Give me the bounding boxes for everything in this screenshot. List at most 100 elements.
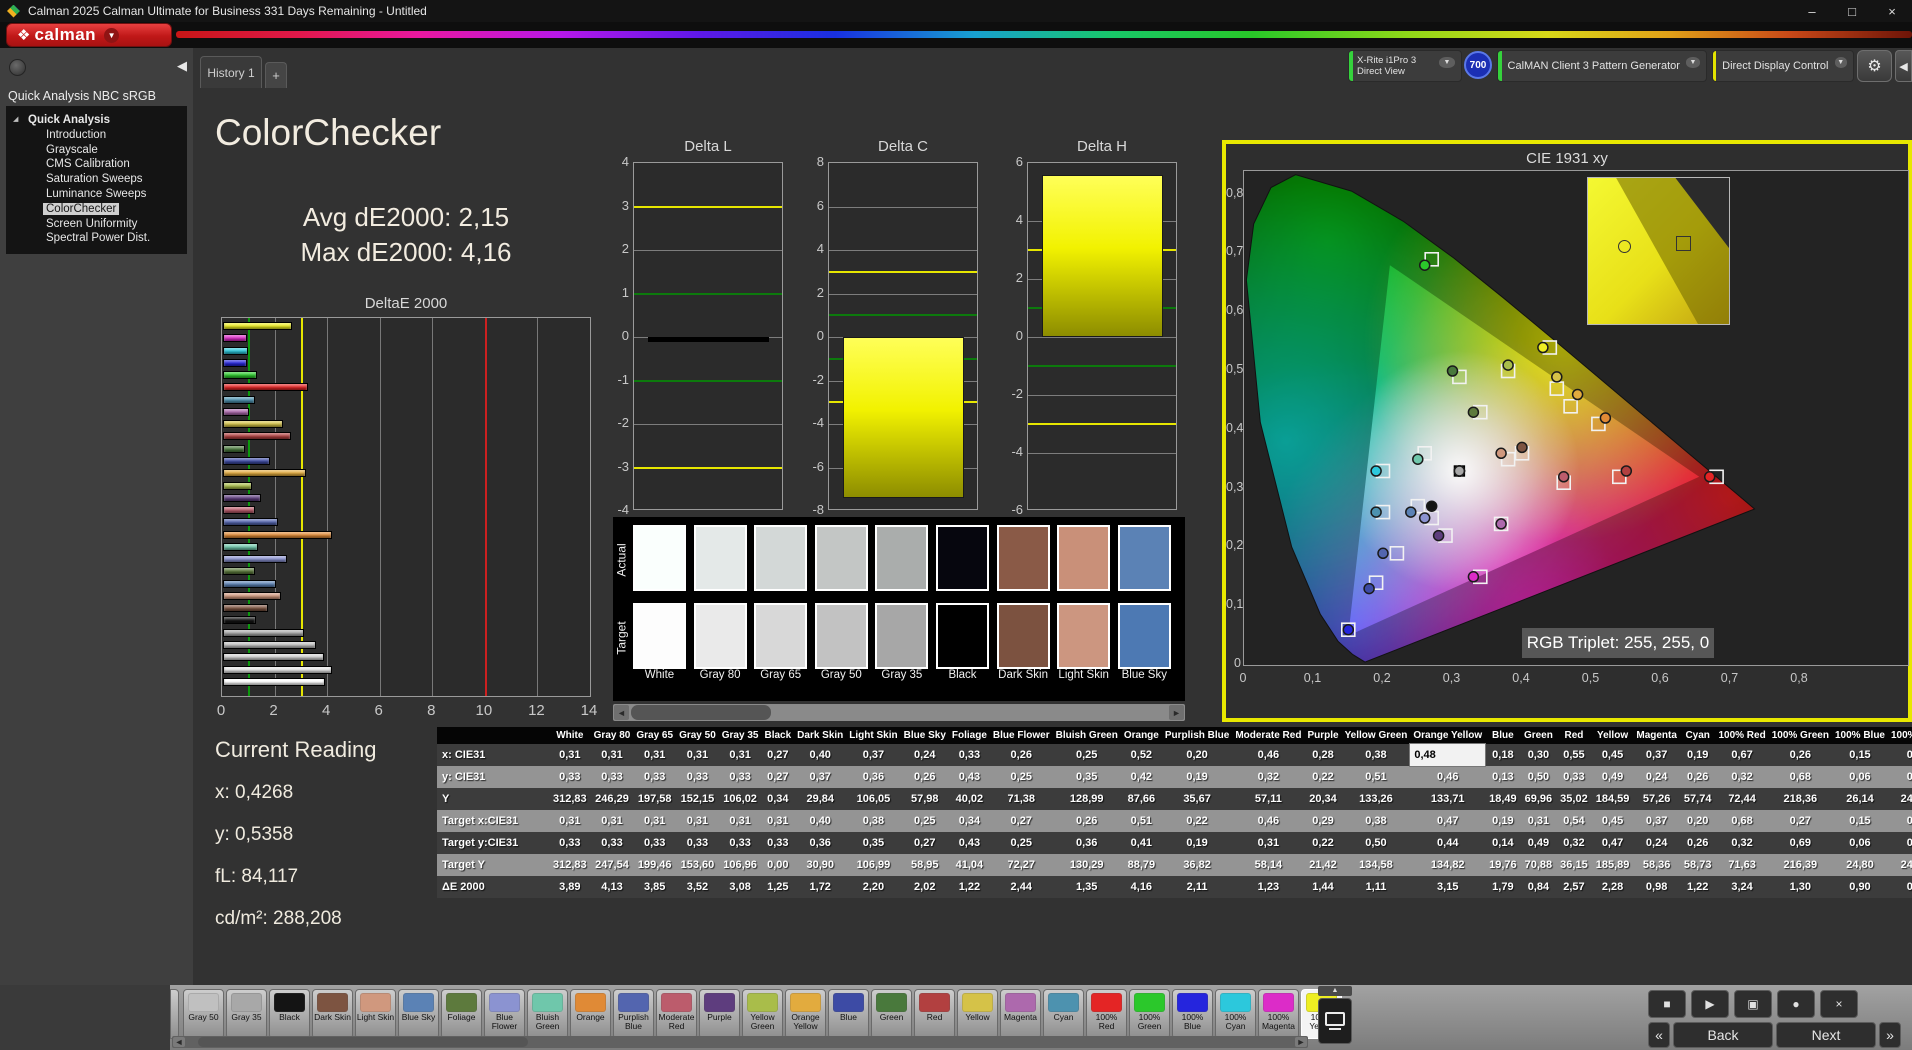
table-cell[interactable]: 0,36	[1053, 832, 1121, 854]
calman-menu-button[interactable]: ❖ calman ▼	[6, 23, 172, 47]
table-cell[interactable]: 0,26	[1769, 744, 1832, 766]
table-cell[interactable]: 0,27	[761, 766, 794, 788]
table-cell[interactable]: 0,54	[1556, 810, 1592, 832]
table-cell[interactable]: 2,20	[846, 876, 900, 898]
display-control-dropdown[interactable]: Direct Display Control ▼	[1712, 50, 1854, 82]
table-cell[interactable]: 0,41	[1121, 832, 1162, 854]
table-cell[interactable]: 0,27	[1769, 810, 1832, 832]
sidebar-item-saturation-sweeps[interactable]: Saturation Sweeps	[6, 172, 187, 187]
table-cell[interactable]: 35,02	[1556, 788, 1592, 810]
table-cell[interactable]: 106,02	[719, 788, 762, 810]
table-cell[interactable]: 0,25	[990, 766, 1053, 788]
pattern-button-light-skin[interactable]: Light Skin	[355, 989, 396, 1039]
table-cell[interactable]: 0,67	[1715, 744, 1768, 766]
table-cell[interactable]: 0,33	[591, 766, 634, 788]
table-cell[interactable]: 0,84	[1521, 876, 1557, 898]
table-cell[interactable]: 133,71	[1410, 788, 1485, 810]
table-cell[interactable]: 0,46	[1232, 744, 1304, 766]
table-cell[interactable]: 0,19	[1485, 810, 1521, 832]
sidebar-item-colorchecker[interactable]: ColorChecker	[6, 202, 187, 217]
sidebar-item-screen-uniformity[interactable]: Screen Uniformity	[6, 217, 187, 232]
table-cell[interactable]: 153,60	[676, 854, 719, 876]
table-cell[interactable]: 0,51	[1121, 810, 1162, 832]
close-button[interactable]: ×	[1872, 0, 1912, 22]
sidebar-item-introduction[interactable]: Introduction	[6, 128, 187, 143]
table-cell[interactable]: 0,69	[1769, 832, 1832, 854]
table-cell[interactable]: 133,26	[1342, 788, 1411, 810]
table-cell[interactable]: 1,11	[1342, 876, 1411, 898]
table-cell[interactable]: 0,31	[549, 744, 591, 766]
table-cell[interactable]: 197,58	[633, 788, 676, 810]
tree-expander-icon[interactable]: ◢	[13, 113, 18, 128]
table-cell[interactable]: 0,26	[1053, 810, 1121, 832]
scrollbar-thumb[interactable]	[631, 705, 771, 720]
table-cell[interactable]: 0,38	[1342, 744, 1411, 766]
sidebar-item-spectral-power-dist-[interactable]: Spectral Power Dist.	[6, 231, 187, 246]
maximize-button[interactable]: □	[1832, 0, 1872, 22]
pattern-source-dropdown[interactable]: CalMAN Client 3 Pattern Generator ▼	[1497, 50, 1707, 82]
table-cell[interactable]: 0,68	[1715, 810, 1768, 832]
sidebar-item-cms-calibration[interactable]: CMS Calibration	[6, 157, 187, 172]
settings-gear-button[interactable]: ⚙	[1857, 50, 1892, 82]
table-cell[interactable]: 0,37	[794, 766, 846, 788]
table-cell[interactable]: 0,19	[1680, 744, 1716, 766]
pattern-button-purplish-blue[interactable]: Purplish Blue	[613, 989, 654, 1039]
table-cell[interactable]: 19,76	[1485, 854, 1521, 876]
swatch-scrollbar[interactable]: ◄ ►	[613, 704, 1185, 721]
table-cell[interactable]: 40,02	[949, 788, 990, 810]
stop-button[interactable]: ■	[1648, 990, 1686, 1018]
minimize-button[interactable]: –	[1792, 0, 1832, 22]
table-cell[interactable]: 0,25	[1053, 744, 1121, 766]
table-cell[interactable]: 0,31	[591, 744, 634, 766]
scroll-left-icon[interactable]: ◄	[614, 705, 629, 720]
table-cell[interactable]: 0,27	[990, 810, 1053, 832]
table-cell[interactable]: 152,15	[676, 788, 719, 810]
sidebar-item-grayscale[interactable]: Grayscale	[6, 143, 187, 158]
table-cell[interactable]: 71,38	[990, 788, 1053, 810]
table-cell[interactable]: 21,42	[1304, 854, 1341, 876]
panel-collapse-button[interactable]: ◀	[1895, 50, 1912, 82]
table-cell[interactable]: 2,57	[1556, 876, 1592, 898]
table-cell[interactable]: 0,43	[949, 832, 990, 854]
table-cell[interactable]: 0,48	[1410, 744, 1485, 766]
sync-badge[interactable]: 700	[1464, 51, 1492, 79]
pattern-button-purple[interactable]: Purple	[699, 989, 740, 1039]
table-cell[interactable]: 0,34	[949, 810, 990, 832]
table-cell[interactable]: 0,33	[633, 766, 676, 788]
table-cell[interactable]: 218,36	[1769, 788, 1832, 810]
table-cell[interactable]: 0,24	[1633, 832, 1680, 854]
table-cell[interactable]: 0,31	[633, 810, 676, 832]
table-cell[interactable]: 0,33	[633, 832, 676, 854]
table-cell[interactable]: 71,63	[1715, 854, 1768, 876]
next-button[interactable]: Next	[1776, 1022, 1876, 1048]
table-cell[interactable]: 0,31	[549, 810, 591, 832]
table-cell[interactable]: 87,66	[1121, 788, 1162, 810]
pattern-button-black[interactable]: Black	[269, 989, 310, 1039]
table-cell[interactable]: 2,02	[901, 876, 949, 898]
table-cell[interactable]: 0,47	[1410, 810, 1485, 832]
table-cell[interactable]: 24,80	[1832, 854, 1888, 876]
table-cell[interactable]: 0,37	[846, 744, 900, 766]
table-cell[interactable]: 0,19	[1888, 744, 1912, 766]
pattern-button-dark-skin[interactable]: Dark Skin	[312, 989, 353, 1039]
table-cell[interactable]: 0,50	[1342, 832, 1411, 854]
pattern-button-green[interactable]: Green	[871, 989, 912, 1039]
table-cell[interactable]: 3,85	[633, 876, 676, 898]
table-cell[interactable]: 0,49	[1521, 832, 1557, 854]
sidebar-item-luminance-sweeps[interactable]: Luminance Sweeps	[6, 187, 187, 202]
table-cell[interactable]: 0,52	[1121, 744, 1162, 766]
table-cell[interactable]: 0,19	[1162, 832, 1232, 854]
pattern-button-moderate-red[interactable]: Moderate Red	[656, 989, 697, 1039]
display-window-button[interactable]	[1318, 998, 1352, 1044]
table-cell[interactable]: 0,32	[1715, 766, 1768, 788]
table-cell[interactable]: 0,33	[1888, 832, 1912, 854]
table-cell[interactable]: 3,08	[719, 876, 762, 898]
table-cell[interactable]: 18,49	[1485, 788, 1521, 810]
table-cell[interactable]: 106,96	[719, 854, 762, 876]
table-cell[interactable]: 0,33	[761, 832, 794, 854]
table-cell[interactable]: 0,27	[901, 832, 949, 854]
table-cell[interactable]: 72,27	[990, 854, 1053, 876]
pattern-button-blue-sky[interactable]: Blue Sky	[398, 989, 439, 1039]
table-cell[interactable]: 0,26	[1680, 832, 1716, 854]
table-cell[interactable]: 312,83	[549, 854, 591, 876]
